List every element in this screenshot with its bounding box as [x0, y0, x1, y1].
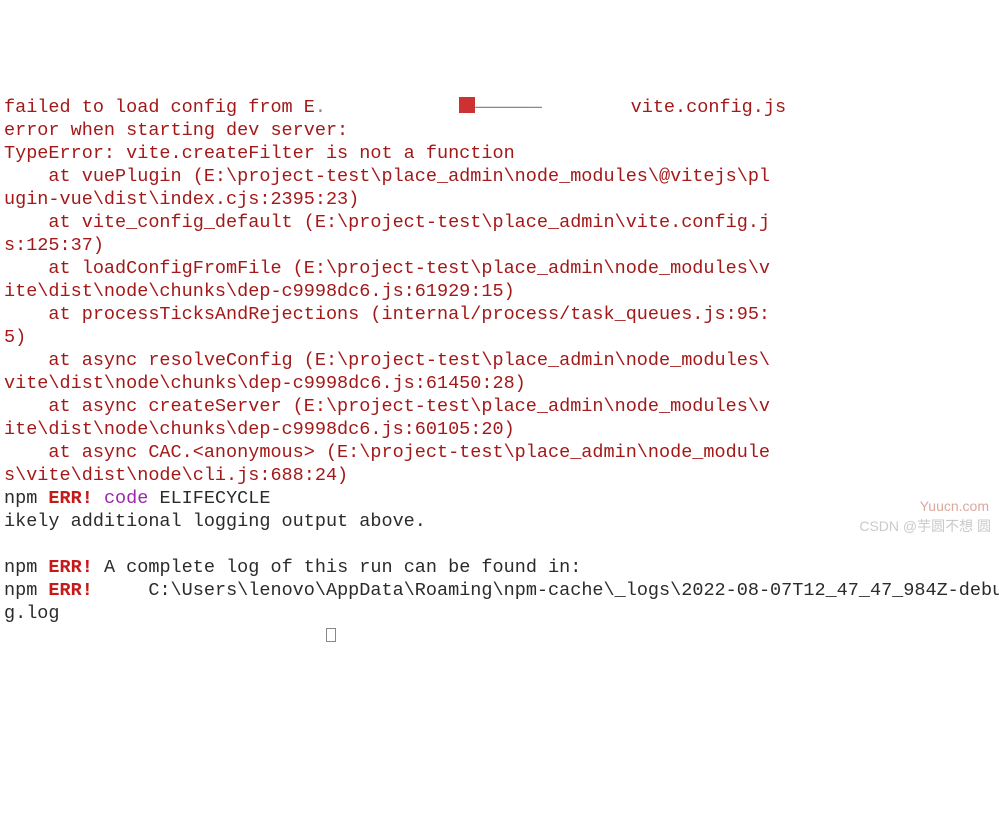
stack-line: at vuePlugin (E:\project-test\place_admi… [4, 165, 995, 188]
terminal-output: failed to load config from E. —————— vit… [4, 96, 995, 648]
cursor-box [326, 628, 336, 642]
npm-err-log-path-cont: g.log [4, 602, 995, 625]
stack-line: TypeError: vite.createFilter is not a fu… [4, 142, 995, 165]
stack-line: ugin-vue\dist\index.cjs:2395:23) [4, 188, 995, 211]
stack-line: at async createServer (E:\project-test\p… [4, 395, 995, 418]
stack-line: at processTicksAndRejections (internal/p… [4, 303, 995, 326]
stack-line: vite\dist\node\chunks\dep-c9998dc6.js:61… [4, 372, 995, 395]
prompt-line [4, 625, 995, 648]
stack-line: at loadConfigFromFile (E:\project-test\p… [4, 257, 995, 280]
stack-line: ite\dist\node\chunks\dep-c9998dc6.js:601… [4, 418, 995, 441]
stack-line: 5) [4, 326, 995, 349]
stack-line: at async resolveConfig (E:\project-test\… [4, 349, 995, 372]
redacted-block [459, 97, 475, 113]
stack-line: ite\dist\node\chunks\dep-c9998dc6.js:619… [4, 280, 995, 303]
extra-log-line: ikely additional logging output above. [4, 510, 995, 533]
stack-line: at async CAC.<anonymous> (E:\project-tes… [4, 441, 995, 464]
npm-err-log-path: npm ERR! C:\Users\lenovo\AppData\Roaming… [4, 579, 995, 602]
stack-line: s:125:37) [4, 234, 995, 257]
stack-line: error when starting dev server: [4, 119, 995, 142]
watermark-csdn: CSDN @芋圆不想 圆 [859, 515, 991, 538]
stack-line: s\vite\dist\node\cli.js:688:24) [4, 464, 995, 487]
npm-err-code-line: npm ERR! code ELIFECYCLE [4, 487, 995, 510]
stack-line: at vite_config_default (E:\project-test\… [4, 211, 995, 234]
npm-err-log-header: npm ERR! A complete log of this run can … [4, 556, 995, 579]
stack-line: failed to load config from E. —————— vit… [4, 96, 995, 119]
